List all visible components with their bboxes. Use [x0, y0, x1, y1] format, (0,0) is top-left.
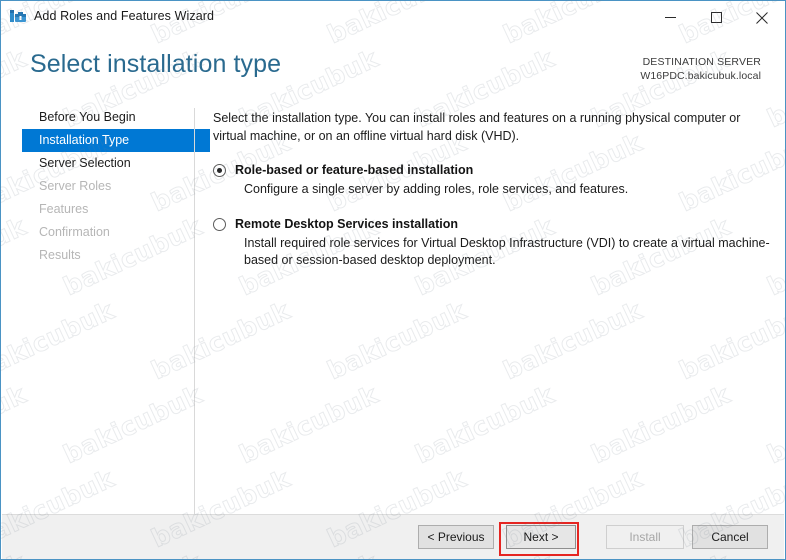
sidebar-item-results: Results	[39, 248, 81, 262]
cancel-button[interactable]: Cancel	[692, 525, 768, 549]
panel-divider	[194, 108, 195, 532]
add-roles-features-wizard-window: Add Roles and Features Wizard Select ins…	[0, 0, 786, 560]
sidebar-item-confirmation: Confirmation	[39, 225, 110, 239]
option-role-based[interactable]: Role-based or feature-based installation…	[213, 162, 765, 199]
title-bar: Add Roles and Features Wizard	[0, 0, 786, 34]
minimize-button[interactable]	[647, 1, 693, 34]
next-button[interactable]: Next >	[506, 525, 576, 549]
wizard-navigation: Before You Begin Installation Type Serve…	[1, 106, 210, 496]
option-remote-desktop-description: Install required role services for Virtu…	[244, 235, 770, 268]
option-remote-desktop-title: Remote Desktop Services installation	[235, 216, 458, 231]
sidebar-item-installation-type[interactable]: Installation Type	[22, 129, 210, 152]
page-header: Select installation type DESTINATION SER…	[1, 34, 785, 98]
close-button[interactable]	[739, 1, 785, 34]
maximize-button[interactable]	[693, 1, 739, 34]
footer-bar: < Previous Next > Install Cancel	[2, 515, 784, 559]
intro-text: Select the installation type. You can in…	[213, 111, 741, 143]
minimize-icon	[664, 17, 676, 18]
close-icon	[756, 11, 768, 24]
option-role-based-title: Role-based or feature-based installation	[235, 163, 474, 177]
maximize-icon	[710, 12, 722, 23]
destination-server-block: DESTINATION SERVER W16PDC.bakicubuk.loca…	[640, 55, 761, 83]
window-body: Select installation type DESTINATION SER…	[0, 34, 786, 560]
sidebar-item-server-roles: Server Roles	[39, 179, 112, 193]
radio-remote-desktop[interactable]	[213, 217, 226, 231]
page-title: Select installation type	[30, 50, 282, 78]
main-content: Select the installation type. You can in…	[213, 110, 770, 270]
server-toolbox-icon	[10, 9, 28, 26]
destination-server-value: W16PDC.bakicubuk.local	[640, 70, 761, 82]
option-role-based-description: Configure a single server by adding role…	[244, 182, 629, 196]
destination-server-label: DESTINATION SERVER	[642, 56, 761, 68]
option-remote-desktop[interactable]: Remote Desktop Services installation Ins…	[213, 216, 770, 270]
sidebar-item-server-selection[interactable]: Server Selection	[1, 152, 193, 175]
install-button: Install	[606, 525, 684, 549]
sidebar-item-features: Features	[39, 202, 89, 216]
sidebar-item-before-you-begin[interactable]: Before You Begin	[1, 106, 193, 129]
window-title: Add Roles and Features Wizard	[34, 9, 215, 23]
radio-role-based[interactable]	[213, 164, 226, 177]
previous-button[interactable]: < Previous	[418, 525, 494, 549]
